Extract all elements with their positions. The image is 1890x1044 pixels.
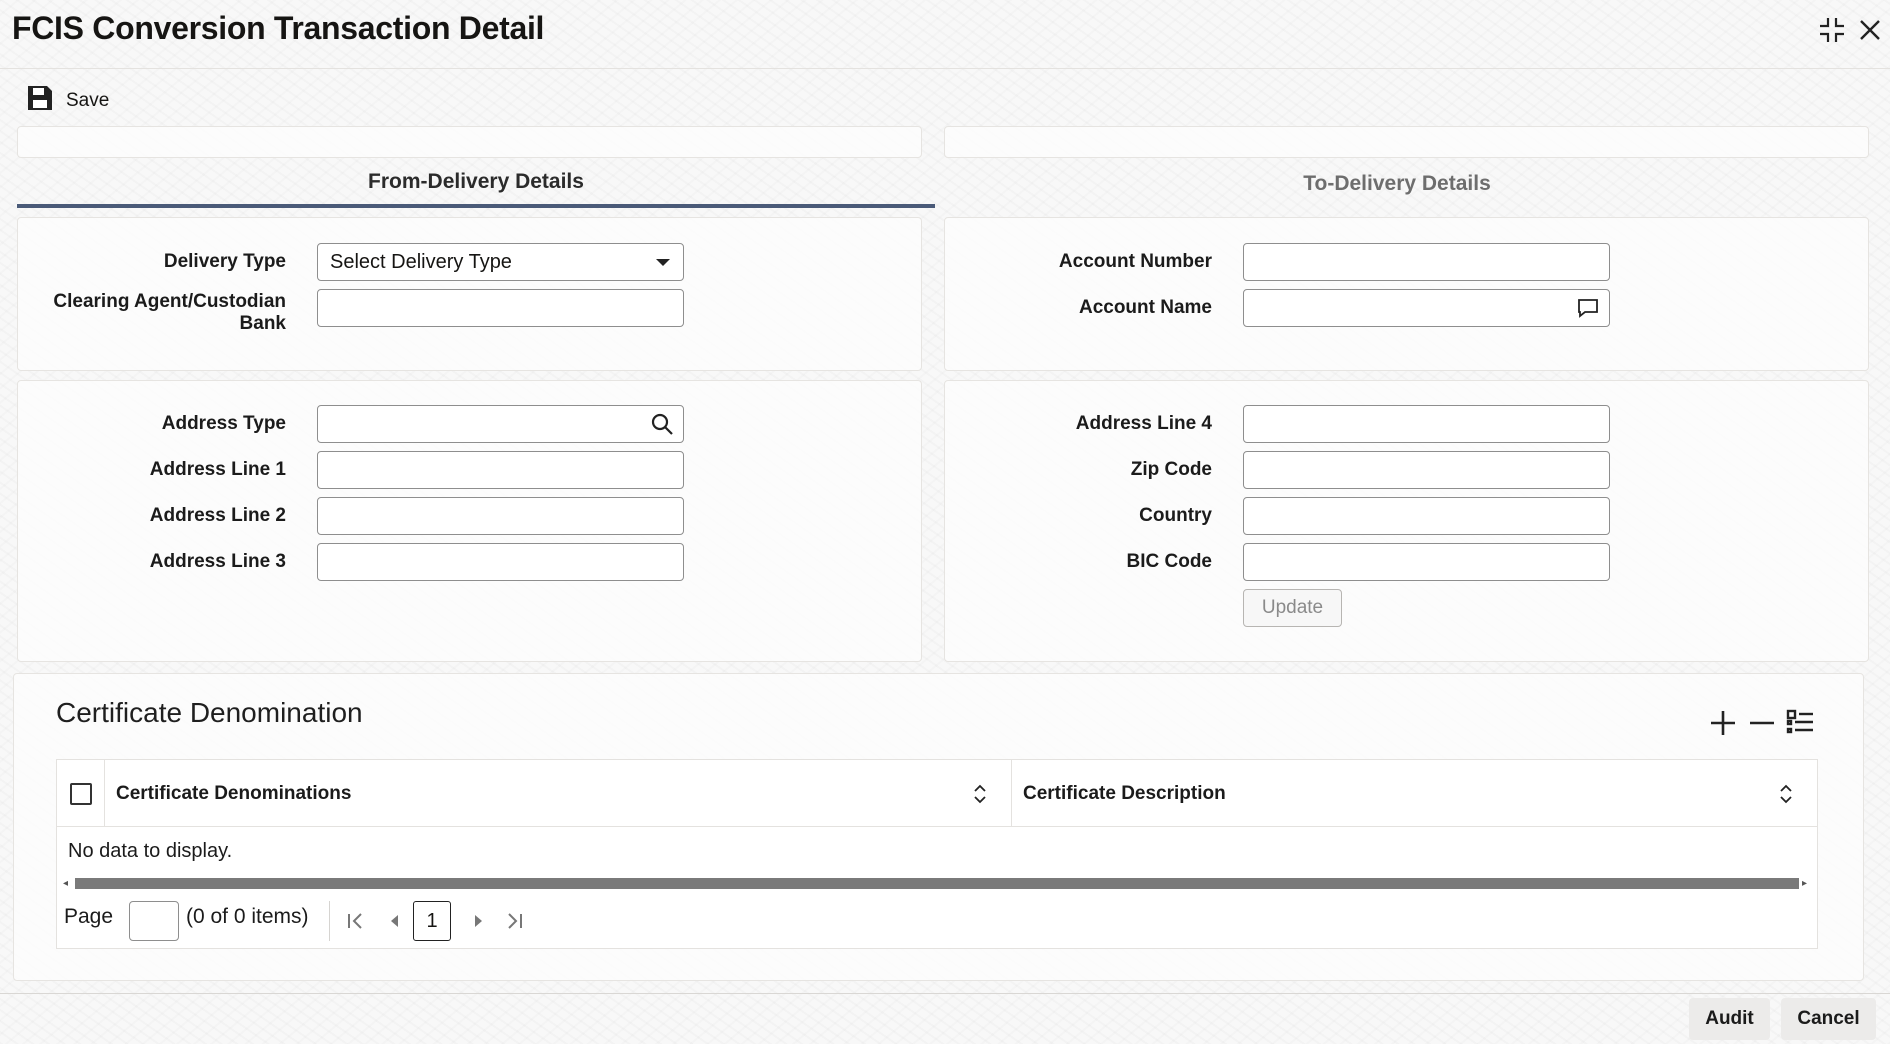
account-number-label: Account Number bbox=[1058, 251, 1212, 272]
search-icon[interactable] bbox=[650, 412, 674, 436]
delete-row-icon[interactable] bbox=[1747, 708, 1777, 743]
address-type-field bbox=[317, 405, 684, 443]
save-icon bbox=[26, 84, 54, 118]
first-page-icon[interactable] bbox=[342, 907, 370, 935]
save-label: Save bbox=[66, 90, 110, 111]
minimize-icon[interactable] bbox=[1816, 14, 1848, 46]
bic-code-label: BIC Code bbox=[1126, 551, 1213, 572]
clearing-agent-input[interactable] bbox=[317, 289, 684, 327]
country-input[interactable] bbox=[1243, 497, 1610, 535]
last-page-icon[interactable] bbox=[500, 907, 528, 935]
top-strip-right bbox=[944, 126, 1869, 158]
tab-from-delivery-label: From-Delivery Details bbox=[368, 170, 584, 193]
audit-button[interactable]: Audit bbox=[1689, 998, 1770, 1040]
address-line2-input[interactable] bbox=[317, 497, 684, 535]
dropdown-arrow-icon bbox=[655, 251, 671, 274]
horizontal-scrollbar[interactable]: ◂ ▸ bbox=[61, 875, 1813, 891]
delivery-type-value: Select Delivery Type bbox=[330, 250, 512, 273]
address-type-label: Address Type bbox=[161, 413, 286, 434]
tab-to-delivery-label: To-Delivery Details bbox=[1303, 172, 1491, 195]
previous-page-icon[interactable] bbox=[380, 907, 408, 935]
scroll-right-icon[interactable]: ▸ bbox=[1802, 878, 1807, 889]
sort-icon[interactable] bbox=[1777, 783, 1795, 805]
address-line1-label: Address Line 1 bbox=[149, 459, 286, 480]
save-button[interactable]: Save bbox=[26, 84, 109, 118]
single-record-view-icon[interactable] bbox=[1785, 708, 1815, 743]
clearing-agent-label-line2: Bank bbox=[239, 313, 286, 334]
address-line4-label: Address Line 4 bbox=[1075, 413, 1212, 434]
clearing-agent-label: Clearing Agent/Custodian Bank bbox=[40, 291, 286, 335]
close-icon[interactable] bbox=[1854, 14, 1886, 46]
clearing-agent-label-line1: Clearing Agent/Custodian bbox=[53, 291, 286, 312]
tab-from-delivery[interactable]: From-Delivery Details bbox=[17, 160, 935, 208]
comment-icon[interactable] bbox=[1576, 296, 1600, 320]
select-all-cell bbox=[57, 760, 105, 827]
certificate-grid: Certificate Denominations Certificate De… bbox=[56, 759, 1818, 949]
page-label: Page bbox=[64, 905, 114, 928]
account-name-input[interactable] bbox=[1243, 289, 1610, 327]
column-header-description-label: Certificate Description bbox=[1023, 782, 1226, 804]
page-number-input[interactable] bbox=[129, 901, 179, 941]
add-row-icon[interactable] bbox=[1708, 708, 1738, 743]
zip-code-label: Zip Code bbox=[1130, 459, 1212, 480]
sort-icon[interactable] bbox=[971, 783, 989, 805]
delivery-type-select[interactable]: Select Delivery Type bbox=[317, 243, 684, 281]
top-strip-left bbox=[17, 126, 922, 158]
address-line4-input[interactable] bbox=[1243, 405, 1610, 443]
address-line3-label: Address Line 3 bbox=[149, 551, 286, 572]
current-page-button[interactable]: 1 bbox=[413, 901, 451, 941]
grid-header-row: Certificate Denominations Certificate De… bbox=[57, 760, 1817, 827]
select-all-checkbox[interactable] bbox=[69, 782, 92, 805]
bic-code-input[interactable] bbox=[1243, 543, 1610, 581]
tab-to-delivery[interactable]: To-Delivery Details bbox=[938, 160, 1856, 208]
zip-code-input[interactable] bbox=[1243, 451, 1610, 489]
address-line3-input[interactable] bbox=[317, 543, 684, 581]
page-title: FCIS Conversion Transaction Detail bbox=[12, 10, 545, 46]
scroll-left-icon[interactable]: ◂ bbox=[63, 878, 68, 889]
update-button[interactable]: Update bbox=[1243, 589, 1342, 627]
scrollbar-thumb[interactable] bbox=[75, 878, 1799, 889]
country-label: Country bbox=[1139, 505, 1212, 526]
account-number-input[interactable] bbox=[1243, 243, 1610, 281]
account-name-label: Account Name bbox=[1078, 297, 1212, 318]
toolbar-divider bbox=[0, 68, 1890, 69]
column-header-denominations[interactable]: Certificate Denominations bbox=[105, 760, 1012, 827]
column-header-denominations-label: Certificate Denominations bbox=[116, 782, 352, 804]
footer-divider bbox=[0, 993, 1890, 994]
cancel-button[interactable]: Cancel bbox=[1781, 998, 1876, 1040]
empty-grid-message: No data to display. bbox=[68, 840, 233, 862]
address-line2-label: Address Line 2 bbox=[149, 505, 286, 526]
pagination-divider bbox=[329, 901, 330, 941]
column-header-description[interactable]: Certificate Description bbox=[1012, 760, 1817, 827]
address-type-input[interactable] bbox=[317, 405, 684, 443]
items-count: (0 of 0 items) bbox=[186, 905, 309, 928]
certificate-section-title: Certificate Denomination bbox=[56, 697, 363, 728]
address-line1-input[interactable] bbox=[317, 451, 684, 489]
account-name-field bbox=[1243, 289, 1610, 327]
next-page-icon[interactable] bbox=[465, 907, 493, 935]
delivery-type-label: Delivery Type bbox=[163, 251, 286, 272]
